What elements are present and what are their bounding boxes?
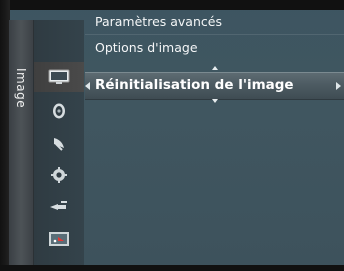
- left-arrow-icon: [85, 82, 90, 90]
- category-label: Image: [14, 68, 28, 109]
- input-icon[interactable]: [34, 192, 84, 222]
- screen-border-top: [0, 0, 344, 10]
- tv-picture-icon[interactable]: [34, 62, 84, 92]
- menu-item-picture-options[interactable]: Options d'image: [95, 40, 198, 55]
- menu-list: Paramètres avancés Options d'image Réini…: [85, 10, 344, 265]
- menu-item-advanced-settings[interactable]: Paramètres avancés: [95, 14, 222, 29]
- menu-divider: [85, 34, 344, 35]
- scroll-down-icon[interactable]: [212, 99, 218, 103]
- right-arrow-icon: [336, 82, 341, 90]
- menu-item-picture-reset-label: Réinitialisation de l'image: [95, 77, 294, 93]
- sound-icon[interactable]: [34, 96, 84, 126]
- application-icon[interactable]: [34, 224, 84, 254]
- tv-menu-screen: Image Paramètres avancés Options d'image…: [0, 0, 344, 271]
- menu-item-picture-reset[interactable]: Réinitialisation de l'image: [85, 72, 344, 100]
- scroll-up-icon[interactable]: [212, 66, 218, 70]
- channel-icon[interactable]: [34, 128, 84, 158]
- screen-border-bottom: [0, 265, 344, 271]
- menu-icon-column: [34, 20, 84, 265]
- setup-gear-icon[interactable]: [34, 160, 84, 190]
- category-tab[interactable]: Image: [9, 20, 34, 265]
